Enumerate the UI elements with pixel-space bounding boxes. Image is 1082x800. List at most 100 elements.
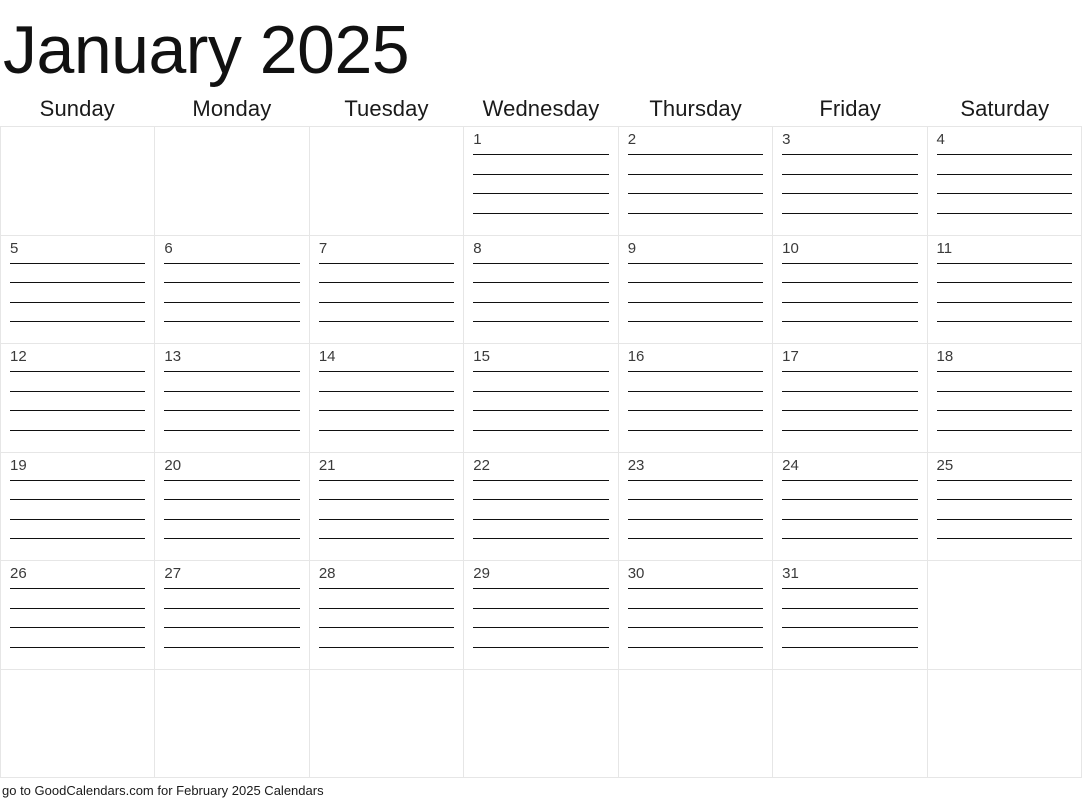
day-cell-empty[interactable] [309, 127, 465, 236]
note-line[interactable] [164, 646, 300, 648]
note-line[interactable] [936, 390, 1072, 392]
note-line[interactable] [782, 390, 918, 392]
note-line[interactable] [318, 429, 455, 431]
note-line[interactable] [164, 410, 300, 411]
note-line[interactable] [164, 499, 300, 500]
note-line[interactable] [936, 262, 1072, 264]
note-line[interactable] [318, 479, 455, 481]
note-line[interactable] [936, 371, 1072, 372]
note-line[interactable] [164, 627, 300, 628]
note-line[interactable] [318, 646, 455, 648]
note-line[interactable] [782, 321, 918, 322]
note-line[interactable] [318, 499, 455, 500]
day-cell-31[interactable]: 31 [773, 561, 928, 670]
day-cell-9[interactable]: 9 [618, 235, 774, 344]
note-line[interactable] [782, 499, 918, 500]
note-line[interactable] [627, 173, 764, 175]
note-line[interactable] [627, 607, 764, 609]
note-line[interactable] [473, 627, 609, 628]
note-line[interactable] [627, 154, 764, 155]
note-line[interactable] [473, 212, 609, 214]
note-line[interactable] [627, 479, 764, 481]
note-line[interactable] [782, 154, 918, 155]
note-line[interactable] [10, 646, 146, 648]
note-line[interactable] [782, 429, 918, 431]
note-line[interactable] [10, 429, 146, 431]
note-line[interactable] [782, 212, 918, 214]
note-line[interactable] [318, 607, 455, 609]
day-cell-26[interactable]: 26 [1, 561, 156, 670]
note-line[interactable] [318, 282, 455, 283]
note-line[interactable] [164, 607, 300, 609]
note-line[interactable] [164, 429, 300, 431]
note-line[interactable] [473, 173, 609, 175]
day-cell-1[interactable]: 1 [464, 127, 619, 236]
day-cell-20[interactable]: 20 [155, 452, 310, 561]
day-cell-13[interactable]: 13 [155, 344, 310, 453]
day-cell-22[interactable]: 22 [464, 452, 619, 561]
note-line[interactable] [627, 429, 764, 431]
day-cell-30[interactable]: 30 [618, 561, 774, 670]
note-line[interactable] [473, 282, 609, 283]
day-cell-24[interactable]: 24 [773, 452, 928, 561]
note-line[interactable] [473, 538, 609, 539]
day-cell-empty[interactable] [155, 127, 310, 236]
note-line[interactable] [10, 301, 146, 303]
note-line[interactable] [164, 262, 300, 264]
note-line[interactable] [936, 212, 1072, 214]
note-line[interactable] [936, 154, 1072, 155]
day-cell-14[interactable]: 14 [309, 344, 465, 453]
day-cell-8[interactable]: 8 [464, 235, 619, 344]
note-line[interactable] [473, 499, 609, 500]
day-cell-3[interactable]: 3 [773, 127, 928, 236]
note-line[interactable] [627, 588, 764, 589]
note-line[interactable] [164, 390, 300, 392]
note-line[interactable] [10, 479, 146, 481]
day-cell-empty[interactable] [927, 669, 1082, 778]
note-line[interactable] [10, 538, 146, 539]
note-line[interactable] [936, 479, 1072, 481]
note-line[interactable] [10, 607, 146, 609]
note-line[interactable] [936, 429, 1072, 431]
note-line[interactable] [318, 390, 455, 392]
note-line[interactable] [627, 193, 764, 194]
note-line[interactable] [627, 410, 764, 411]
note-line[interactable] [936, 321, 1072, 322]
note-line[interactable] [318, 538, 455, 539]
note-line[interactable] [782, 282, 918, 283]
note-line[interactable] [782, 538, 918, 539]
note-line[interactable] [627, 262, 764, 264]
note-line[interactable] [936, 538, 1072, 539]
note-line[interactable] [318, 371, 455, 372]
note-line[interactable] [318, 410, 455, 411]
note-line[interactable] [782, 371, 918, 372]
day-cell-17[interactable]: 17 [773, 344, 928, 453]
note-line[interactable] [164, 371, 300, 372]
note-line[interactable] [473, 607, 609, 609]
day-cell-19[interactable]: 19 [1, 452, 156, 561]
note-line[interactable] [318, 301, 455, 303]
note-line[interactable] [164, 518, 300, 520]
note-line[interactable] [473, 371, 609, 372]
note-line[interactable] [782, 262, 918, 264]
day-cell-21[interactable]: 21 [309, 452, 465, 561]
note-line[interactable] [782, 518, 918, 520]
note-line[interactable] [627, 646, 764, 648]
note-line[interactable] [782, 479, 918, 481]
note-line[interactable] [473, 518, 609, 520]
note-line[interactable] [627, 538, 764, 539]
day-cell-10[interactable]: 10 [773, 235, 928, 344]
note-line[interactable] [473, 390, 609, 392]
note-line[interactable] [10, 390, 146, 392]
note-line[interactable] [164, 538, 300, 539]
note-line[interactable] [318, 262, 455, 264]
note-line[interactable] [627, 282, 764, 283]
day-cell-empty[interactable] [155, 669, 310, 778]
day-cell-empty[interactable] [464, 669, 619, 778]
note-line[interactable] [782, 193, 918, 194]
note-line[interactable] [782, 173, 918, 175]
note-line[interactable] [936, 518, 1072, 520]
note-line[interactable] [164, 321, 300, 322]
note-line[interactable] [473, 262, 609, 264]
note-line[interactable] [473, 410, 609, 411]
